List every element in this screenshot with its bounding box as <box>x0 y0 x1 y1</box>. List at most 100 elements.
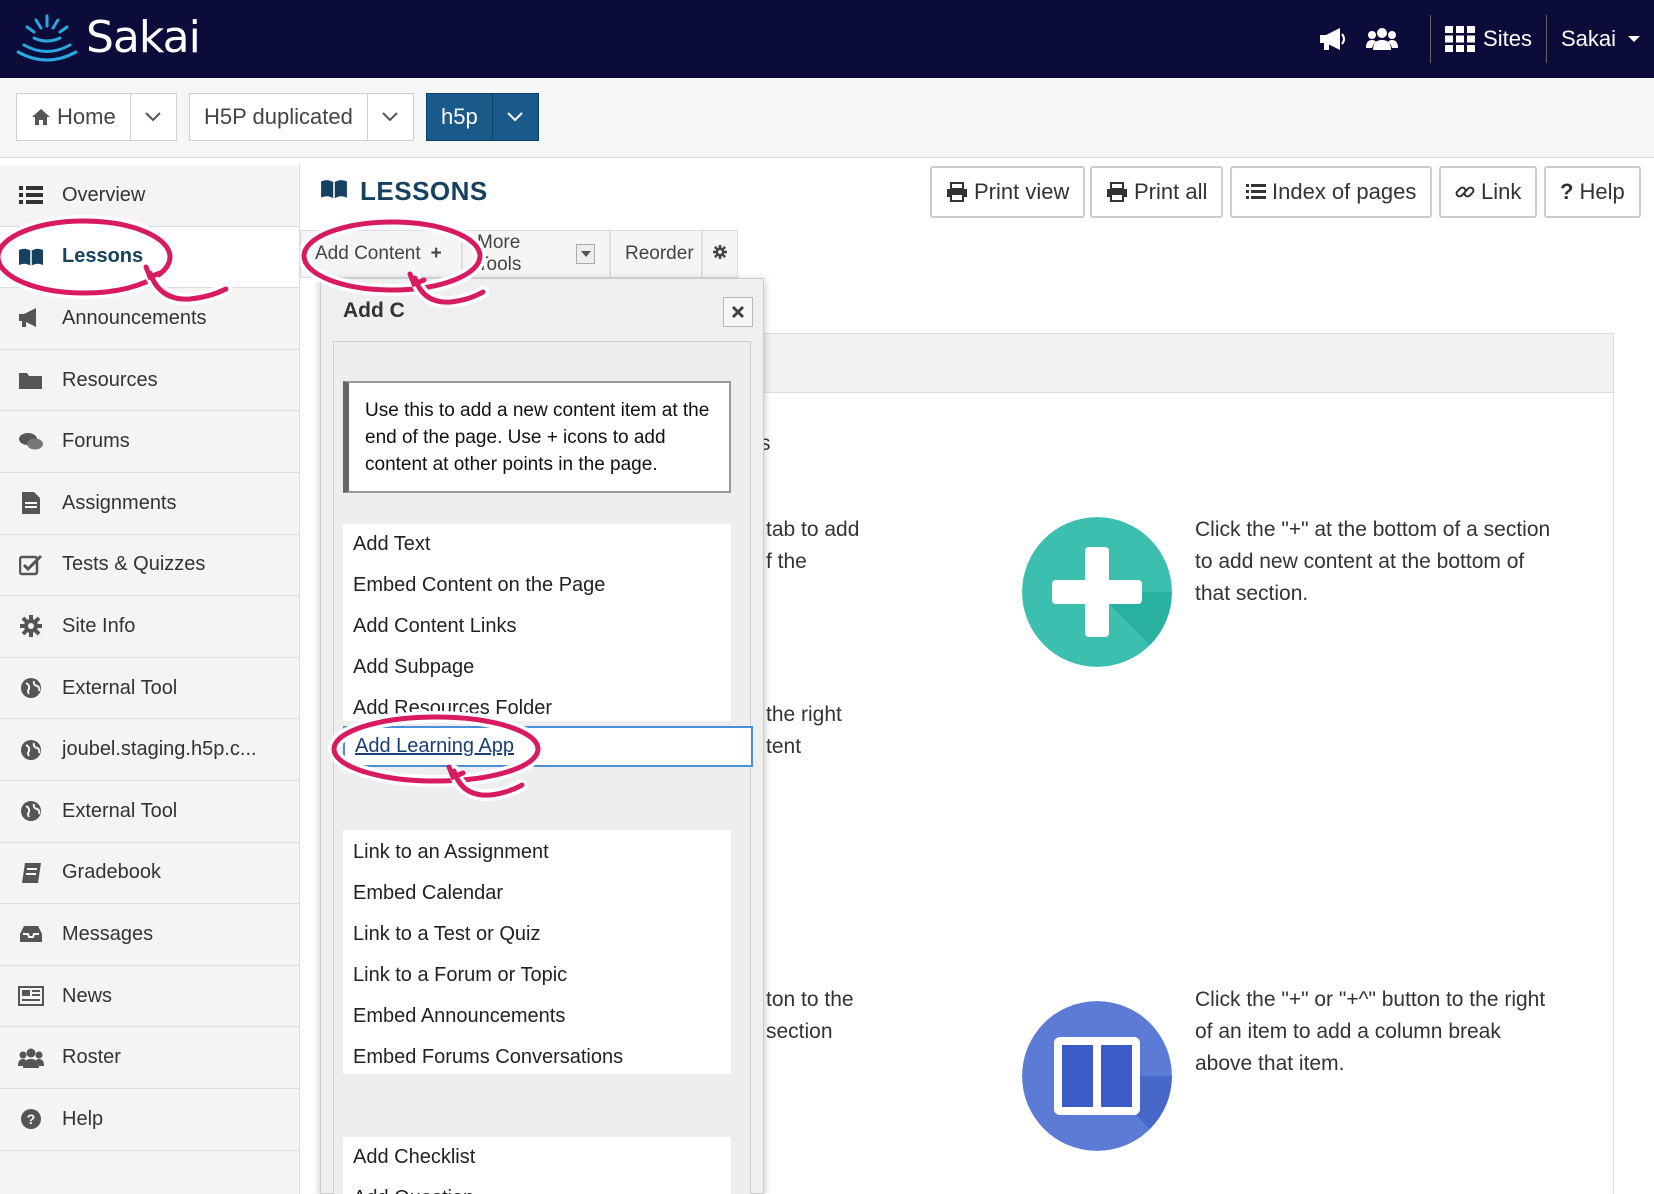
help-button[interactable]: ? Help <box>1544 166 1641 218</box>
nav-label: Overview <box>62 183 146 206</box>
users-icon[interactable] <box>1366 26 1399 52</box>
globe-icon <box>18 675 44 701</box>
user-menu-button[interactable]: Sakai <box>1561 26 1642 52</box>
print-view-button[interactable]: Print view <box>930 166 1086 218</box>
menu-item-link-assignment[interactable]: Link to an Assignment <box>343 832 731 873</box>
site-navigation: Home H5P duplicated h5p <box>0 78 1654 158</box>
nav-label: Messages <box>62 922 154 945</box>
menu-item-embed-calendar[interactable]: Embed Calendar <box>343 873 731 914</box>
site-tab-h5p[interactable]: h5p <box>426 93 539 141</box>
svg-text:?: ? <box>27 1111 36 1127</box>
print-view-label: Print view <box>974 179 1070 204</box>
nav-item-assignments[interactable]: Assignments <box>0 473 299 535</box>
nav-item-tests-quizzes[interactable]: Tests & Quizzes <box>0 535 299 597</box>
nav-label: Announcements <box>62 306 207 329</box>
bg-text-fragment: the right <box>766 703 842 726</box>
chevron-down-icon[interactable] <box>129 94 176 140</box>
logo-text: Sakai <box>86 12 201 63</box>
printer-icon <box>1106 182 1128 202</box>
nav-item-lessons[interactable]: Lessons <box>0 226 299 289</box>
add-content-dialog: Add C Use this to add a new content item… <box>320 278 764 1194</box>
gear-icon <box>713 243 727 265</box>
nav-item-external-tool-2[interactable]: External Tool <box>0 781 299 843</box>
home-icon <box>32 109 50 125</box>
divider <box>1545 15 1547 63</box>
inbox-icon <box>18 921 44 947</box>
grid-icon <box>1445 26 1476 52</box>
menu-item-link-forum-topic[interactable]: Link to a Forum or Topic <box>343 955 731 996</box>
dialog-title: Add C <box>343 299 405 322</box>
help-card-column-break: Click the "+" or "+^" button to the righ… <box>1195 988 1546 1075</box>
sites-label: Sites <box>1483 26 1532 51</box>
nav-item-gradebook[interactable]: Gradebook <box>0 843 299 905</box>
megaphone-icon <box>18 305 44 331</box>
globe-icon <box>18 737 44 763</box>
bg-text-fragment: f the <box>766 550 807 573</box>
bg-text-fragment: section <box>766 1020 833 1043</box>
index-of-pages-label: Index of pages <box>1272 179 1417 204</box>
menu-item-add-resources-folder[interactable]: Add Resources Folder <box>343 688 731 729</box>
close-icon <box>731 305 745 319</box>
menu-item-embed-forums-conversations[interactable]: Embed Forums Conversations <box>343 1037 731 1078</box>
dialog-group-links: Link to an Assignment Embed Calendar Lin… <box>343 830 731 1074</box>
menu-item-add-content-links[interactable]: Add Content Links <box>343 606 731 647</box>
nav-item-resources[interactable]: Resources <box>0 350 299 412</box>
nav-item-announcements[interactable]: Announcements <box>0 288 299 350</box>
nav-item-external-tool[interactable]: External Tool <box>0 658 299 720</box>
print-all-button[interactable]: Print all <box>1090 166 1224 218</box>
sakai-logo[interactable]: Sakai <box>16 12 201 63</box>
add-content-label: Add Content <box>315 243 421 264</box>
nav-item-site-info[interactable]: Site Info <box>0 596 299 658</box>
menu-item-embed-announcements[interactable]: Embed Announcements <box>343 996 731 1037</box>
nav-item-joubel[interactable]: joubel.staging.h5p.c... <box>0 719 299 781</box>
dialog-group-content: Add Text Embed Content on the Page Add C… <box>343 524 731 721</box>
menu-item-add-text[interactable]: Add Text <box>343 524 731 565</box>
divider <box>1430 15 1432 63</box>
checkbox-icon <box>18 552 44 578</box>
site-tab-home[interactable]: Home <box>16 93 177 141</box>
nav-item-messages[interactable]: Messages <box>0 904 299 966</box>
folder-icon <box>18 367 44 393</box>
nav-label: External Tool <box>62 799 178 822</box>
reorder-label: Reorder <box>625 243 694 264</box>
nav-label: Tests & Quizzes <box>62 553 206 576</box>
globe-icon <box>18 798 44 824</box>
reorder-button[interactable]: Reorder <box>610 230 702 278</box>
nav-label: Help <box>62 1107 104 1130</box>
add-content-button[interactable]: Add Content + <box>300 230 462 278</box>
nav-label: News <box>62 984 113 1007</box>
help-card-add-section: Click the "+" at the bottom of a section… <box>1195 518 1551 605</box>
index-of-pages-button[interactable]: Index of pages <box>1230 166 1433 218</box>
chevron-down-icon[interactable] <box>366 94 413 140</box>
nav-item-forums[interactable]: Forums <box>0 411 299 473</box>
menu-item-link-test-quiz[interactable]: Link to a Test or Quiz <box>343 914 731 955</box>
more-tools-button[interactable]: More Tools <box>462 230 610 278</box>
bg-text-fragment: tab to add <box>766 518 860 541</box>
link-button[interactable]: Link <box>1439 166 1538 218</box>
dialog-note: Use this to add a new content item at th… <box>343 381 731 493</box>
close-button[interactable] <box>723 297 753 327</box>
lesson-tools: Add Content + More Tools Reorder <box>300 230 738 278</box>
menu-item-add-question[interactable]: Add Question <box>343 1178 731 1194</box>
sites-button[interactable]: Sites <box>1445 26 1532 52</box>
settings-button[interactable] <box>702 230 738 278</box>
nav-item-roster[interactable]: Roster <box>0 1027 299 1089</box>
link-icon <box>1455 182 1475 202</box>
bg-text-fragment: tent <box>766 735 802 758</box>
book-icon <box>18 244 44 270</box>
caret-down-icon <box>1628 36 1640 42</box>
menu-item-add-checklist[interactable]: Add Checklist <box>343 1137 731 1178</box>
menu-item-add-subpage[interactable]: Add Subpage <box>343 647 731 688</box>
megaphone-icon[interactable] <box>1318 26 1348 52</box>
nav-label: joubel.staging.h5p.c... <box>62 738 257 761</box>
nav-item-help[interactable]: ? Help <box>0 1089 299 1151</box>
user-label: Sakai <box>1560 26 1616 51</box>
site-tab-h5p-duplicated[interactable]: H5P duplicated <box>189 93 414 141</box>
chevron-down-icon[interactable] <box>491 94 538 140</box>
page-title: LESSONS <box>320 176 488 207</box>
list-icon <box>1246 183 1266 201</box>
menu-item-add-learning-app[interactable]: Add Learning App <box>343 726 753 767</box>
menu-item-embed-content[interactable]: Embed Content on the Page <box>343 565 731 606</box>
nav-item-news[interactable]: News <box>0 966 299 1028</box>
nav-item-overview[interactable]: Overview <box>0 165 299 227</box>
